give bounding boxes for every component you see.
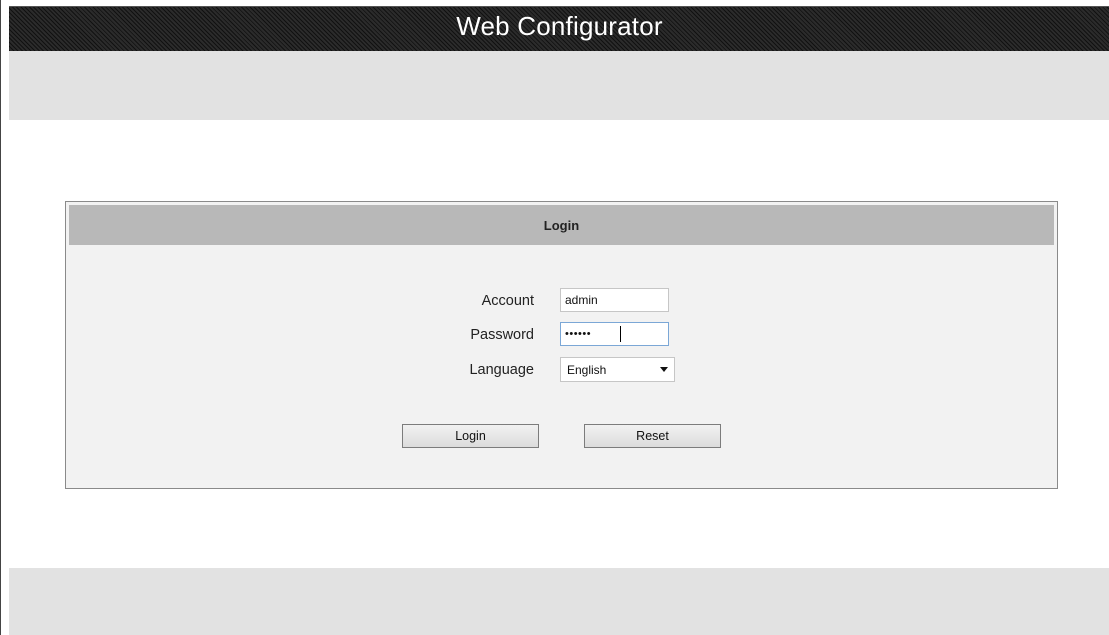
- account-input[interactable]: [560, 288, 669, 312]
- language-selected-value: English: [567, 363, 607, 377]
- language-select[interactable]: English: [560, 357, 675, 382]
- page: Web Configurator Login Account Password …: [0, 0, 1109, 635]
- password-input[interactable]: ••••••: [560, 322, 669, 346]
- chevron-down-icon: [660, 367, 668, 372]
- password-row: Password ••••••: [66, 322, 1057, 348]
- language-row: Language English: [66, 357, 1057, 383]
- language-label: Language: [469, 362, 534, 378]
- account-row: Account: [66, 288, 1057, 314]
- title-bar: Web Configurator: [9, 6, 1109, 51]
- reset-button[interactable]: Reset: [584, 424, 721, 448]
- text-caret: [620, 326, 621, 342]
- bottom-band: [9, 568, 1109, 635]
- account-label: Account: [481, 293, 534, 309]
- login-button[interactable]: Login: [402, 424, 539, 448]
- login-panel-title: Login: [543, 217, 580, 233]
- login-panel: Login Account Password •••••• Language E…: [65, 201, 1058, 489]
- password-label: Password: [470, 327, 534, 343]
- page-title: Web Configurator: [456, 11, 663, 41]
- top-band: [9, 51, 1109, 120]
- password-masked-value: ••••••: [565, 328, 592, 340]
- login-panel-header: Login: [69, 205, 1054, 245]
